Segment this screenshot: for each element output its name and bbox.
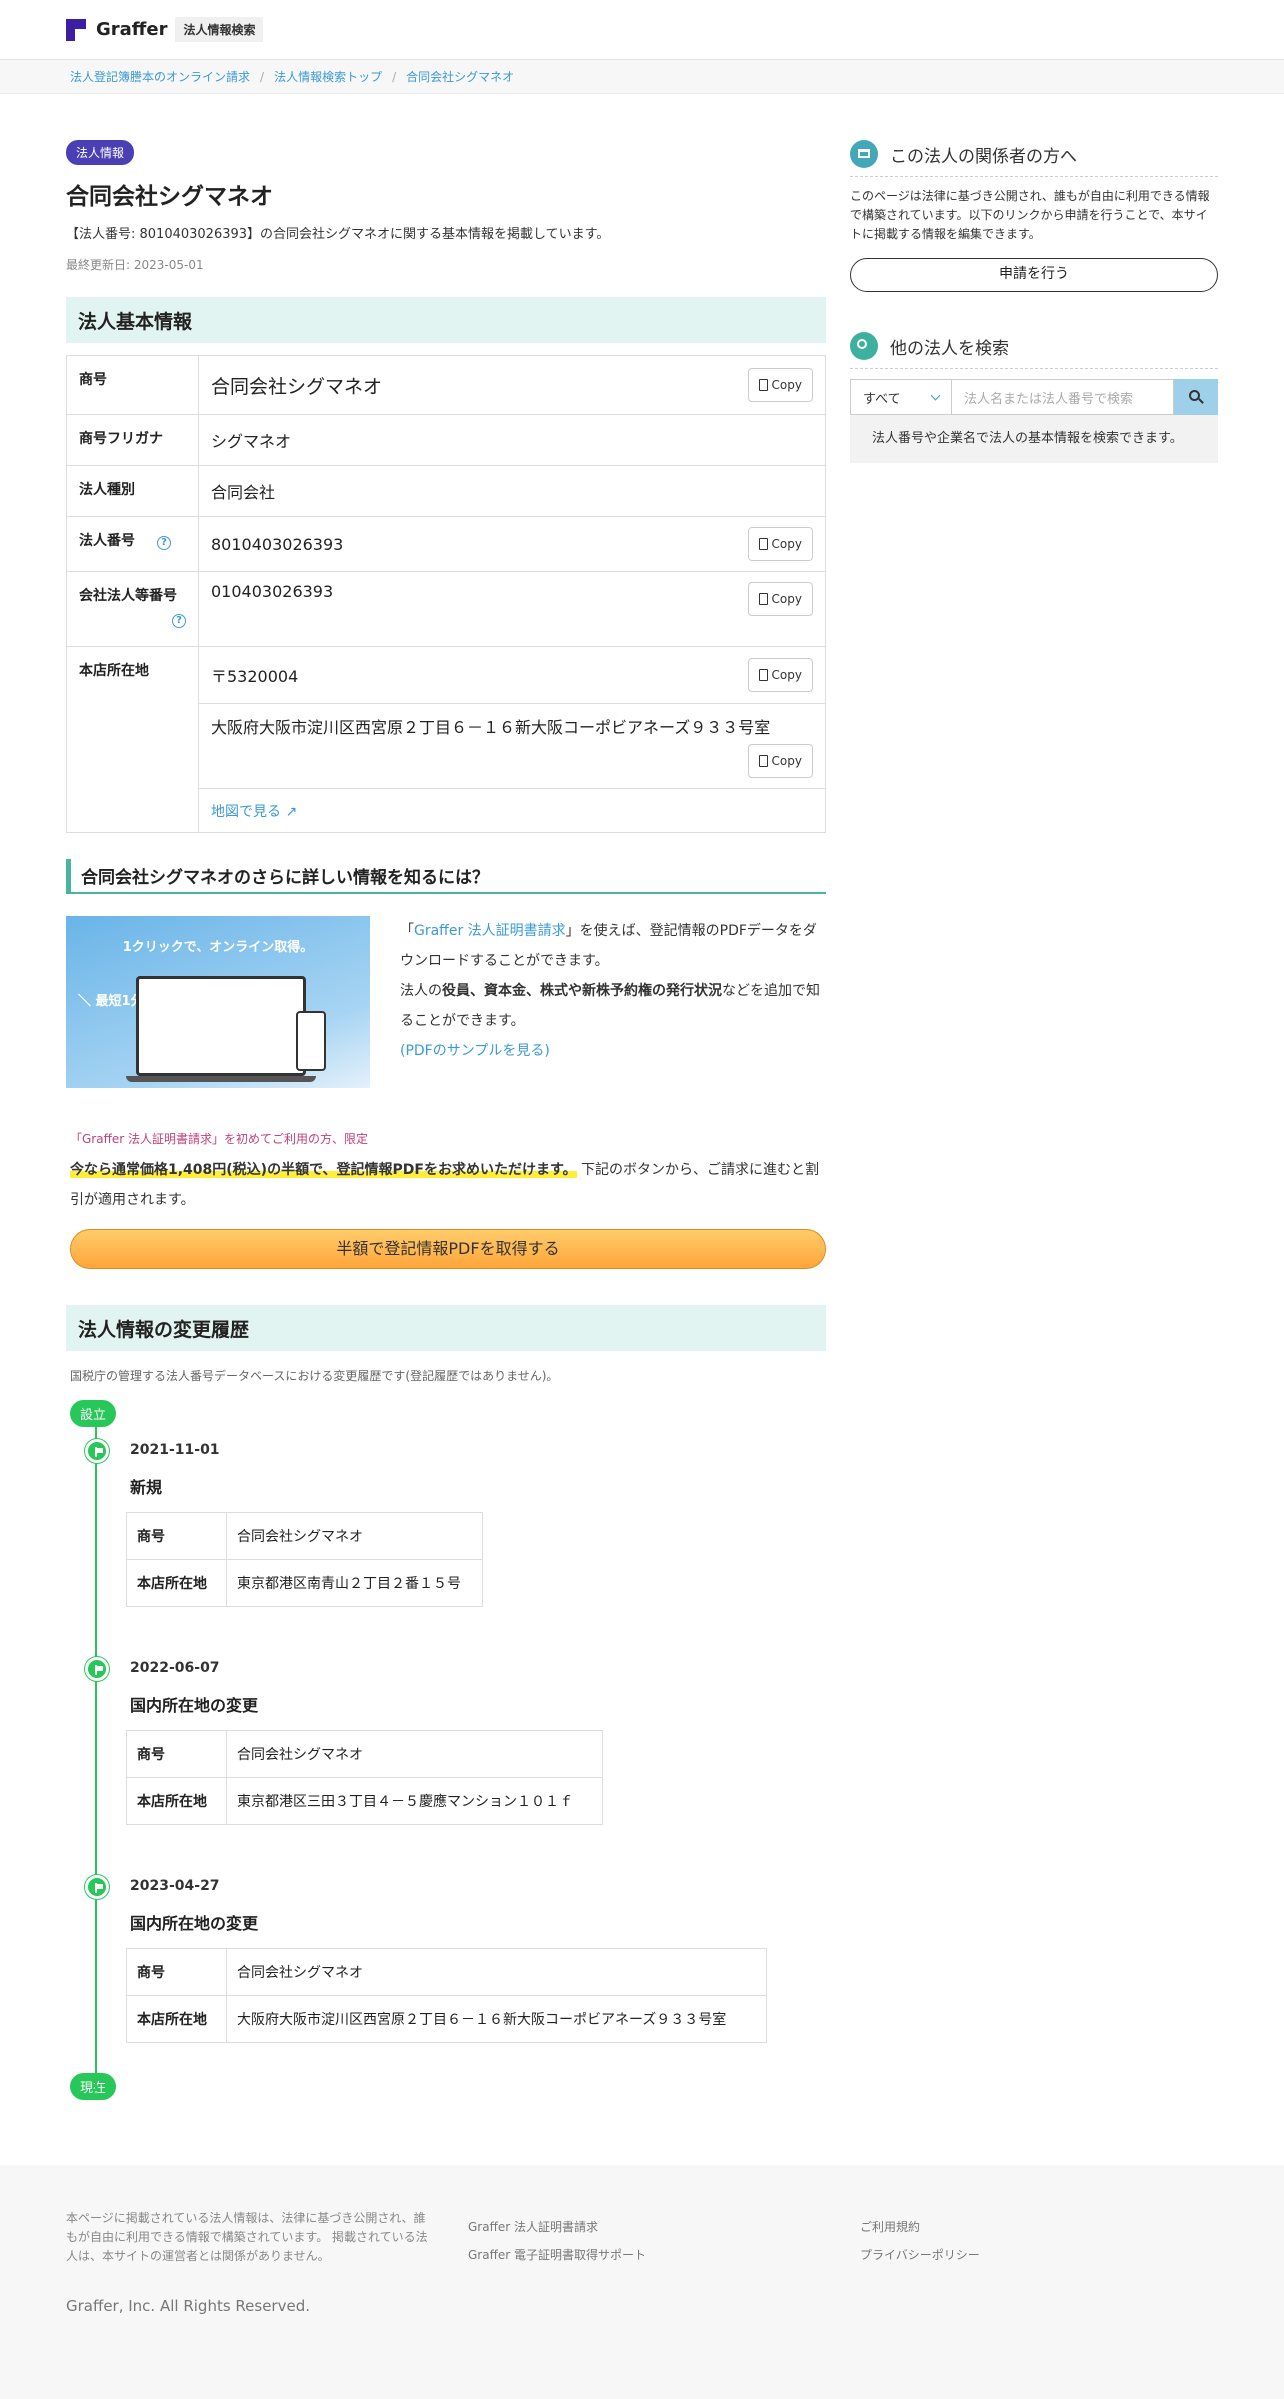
search-scope-select[interactable]: すべて: [850, 379, 952, 415]
sidebar: この法人の関係者の方へ このページは法律に基づき公開され、誰もが自由に利用できる…: [850, 140, 1218, 463]
clipboard-icon: [758, 538, 768, 550]
copy-button[interactable]: Copy: [747, 744, 813, 778]
clipboard-icon: [758, 669, 768, 681]
logo-text: Graffer: [96, 19, 168, 40]
timeline-start: 設立: [70, 1400, 117, 1427]
clipboard-icon: [758, 379, 768, 391]
get-pdf-button[interactable]: 半額で登記情報PDFを取得する: [70, 1229, 826, 1269]
category-tag: 法人情報: [66, 140, 135, 165]
row-label: 法人種別: [66, 465, 199, 517]
apply-button[interactable]: 申請を行う: [850, 258, 1218, 292]
offer-subtitle: 「Graffer 法人証明書請求」を初めてご利用の方、限定: [70, 1132, 368, 1146]
flag-icon: [85, 1657, 109, 1681]
help-icon[interactable]: ?: [172, 614, 186, 628]
row-label: 本店所在地: [66, 646, 199, 833]
logo-badge: 法人情報検索: [175, 17, 264, 42]
timeline-event: 2023-04-27 国内所在地の変更 商号 合同会社シグマネオ 本店所在地 大阪府…: [85, 1875, 826, 2043]
row-label-corporate-number: 法人番号?: [66, 516, 199, 572]
copyright: Graffer, Inc. All Rights Reserved.: [66, 2297, 310, 2315]
sidebar-heading: 他の法人を検索: [850, 332, 1218, 369]
copy-button[interactable]: Copy: [747, 527, 813, 561]
copy-button[interactable]: Copy: [747, 368, 813, 402]
footer: 本ページに掲載されている法人情報は、法律に基づき公開され、誰もが自由に利用できる…: [0, 2165, 1284, 2399]
page-title: 合同会社シグマネオ: [66, 184, 273, 210]
section-heading-basic: 法人基本情報: [66, 297, 826, 343]
sidebar-heading: この法人の関係者の方へ: [850, 140, 1218, 177]
footer-link[interactable]: プライバシーポリシー: [860, 2241, 980, 2269]
search-button[interactable]: [1174, 379, 1218, 415]
offer-box: 「Graffer 法人証明書請求」を初めてご利用の方、限定 今なら通常価格1,4…: [66, 1130, 826, 1215]
basic-info-table: 商号 合同会社シグマネオ Copy 商号フリガナ シグマネオ 法人種別 合同会社 …: [66, 355, 826, 833]
promo-link[interactable]: Graffer 法人証明書請求: [414, 923, 566, 939]
search-form: すべて 法人名または法人番号で検索: [850, 379, 1218, 415]
more-info-heading: 合同会社シグマネオのさらに詳しい情報を知るには？: [66, 859, 826, 894]
flag-icon: [85, 1439, 109, 1463]
search-hint: 法人番号や企業名で法人の基本情報を検索できます。: [850, 415, 1218, 463]
page-description: 【法人番号: 8010403026393】の合同会社シグマネオに関する基本情報を…: [66, 227, 610, 242]
clipboard-icon: [758, 755, 768, 767]
magnifier-icon: [850, 332, 878, 360]
pdf-sample-link[interactable]: (PDFのサンプルを見る): [400, 1043, 550, 1059]
footer-link[interactable]: ご利用規約: [860, 2213, 980, 2241]
logo[interactable]: Graffer 法人情報検索: [66, 17, 264, 42]
graffer-logo-icon: [66, 18, 86, 41]
main-content: 法人情報 合同会社シグマネオ 【法人番号: 8010403026393】の合同会…: [66, 140, 826, 2100]
last-updated: 最終更新日: 2023-05-01: [66, 258, 204, 272]
timeline-event: 2021-11-01 新規 商号 合同会社シグマネオ 本店所在地 東京都港区南青山２…: [85, 1439, 826, 1607]
offer-text: 今なら通常価格1,408円(税込)の半額で、登記情報PDFをお求めいただけます。…: [70, 1162, 820, 1208]
flag-icon: [85, 1875, 109, 1899]
footer-link[interactable]: Graffer 法人証明書請求: [468, 2213, 646, 2241]
row-label: 商号フリガナ: [66, 414, 199, 466]
footer-note: 本ページに掲載されている法人情報は、法律に基づき公開され、誰もが自由に利用できる…: [66, 2211, 428, 2263]
history-timeline: 設立 2021-11-01 新規 商号 合同会社シグマネオ 本店所在地 東京都港区南…: [66, 1400, 826, 2100]
promo-image[interactable]: 1クリックで、オンライン取得。 ＼ 最短1分 ／: [66, 916, 370, 1088]
company-name: 合同会社シグマネオ: [211, 375, 383, 398]
breadcrumb-item[interactable]: 法人登記簿謄本のオンライン請求: [70, 68, 250, 85]
search-input[interactable]: 法人名または法人番号で検索: [952, 379, 1174, 415]
breadcrumb: 法人登記簿謄本のオンライン請求 / 法人情報検索トップ / 合同会社シグマネオ: [0, 60, 1284, 94]
chevron-down-icon: [930, 390, 941, 400]
breadcrumb-item[interactable]: 合同会社シグマネオ: [406, 68, 514, 85]
corporate-number: 8010403026393: [211, 534, 344, 554]
address: 大阪府大阪市淀川区西宮原２丁目６－１６新大阪コーポビアネーズ９３３号室: [211, 718, 771, 737]
timeline-end: 現在: [70, 2073, 117, 2100]
history-note: 国税庁の管理する法人番号データベースにおける変更履歴です(登記履歴ではありません…: [70, 1369, 559, 1383]
clipboard-icon: [758, 593, 768, 605]
sidebar-text: このページは法律に基づき公開され、誰もが自由に利用できる情報で構築されています。…: [850, 189, 1210, 241]
building-icon: [850, 140, 878, 168]
promo-text: 「Graffer 法人証明書請求」を使えば、登記情報のPDFデータをダウンロード…: [400, 923, 820, 1059]
timeline-event: 2022-06-07 国内所在地の変更 商号 合同会社シグマネオ 本店所在地 東京都…: [85, 1657, 826, 1825]
section-heading-history: 法人情報の変更履歴: [66, 1305, 826, 1351]
copy-button[interactable]: Copy: [747, 658, 813, 692]
breadcrumb-item[interactable]: 法人情報検索トップ: [274, 68, 382, 85]
postal-code: 〒5320004: [211, 667, 299, 686]
row-label-company-number: 会社法人等番号?: [66, 571, 199, 647]
row-label: 商号: [66, 355, 199, 415]
company-kana: シグマネオ: [211, 432, 292, 451]
copy-button[interactable]: Copy: [747, 582, 813, 616]
company-number: 010403026393: [211, 582, 334, 601]
external-link-icon: ↗: [285, 803, 298, 820]
header: Graffer 法人情報検索: [0, 0, 1284, 60]
help-icon[interactable]: ?: [157, 536, 171, 550]
map-link[interactable]: 地図で見る ↗: [211, 801, 297, 821]
company-type: 合同会社: [211, 483, 276, 502]
footer-link[interactable]: Graffer 電子証明書取得サポート: [468, 2241, 646, 2269]
